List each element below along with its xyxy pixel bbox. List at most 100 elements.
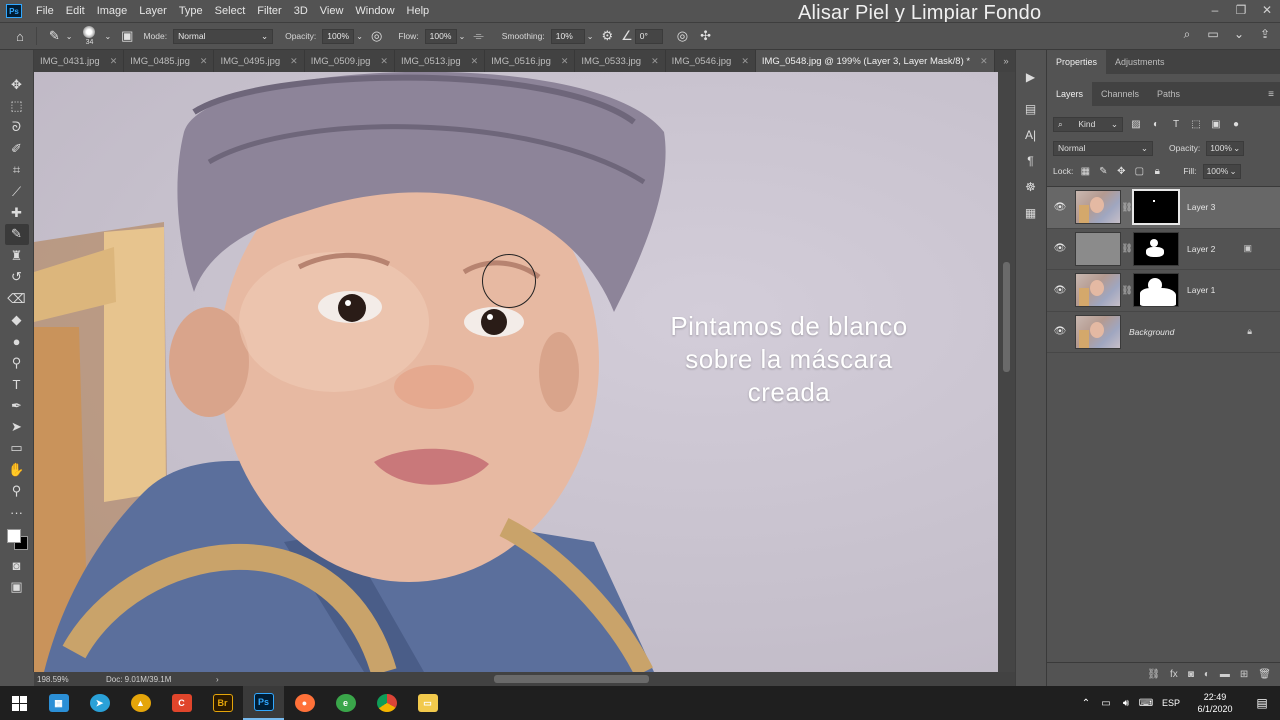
menu-view[interactable]: View [314,0,350,22]
layer-row-layer-3[interactable]: 👁︎ ⛓︎ Layer 3 [1047,187,1280,229]
lock-transparency-icon[interactable]: ▦ [1079,166,1091,177]
close-icon[interactable]: ✕ [290,56,298,67]
path-select-icon[interactable]: ➤ [5,416,29,437]
trash-icon[interactable]: 🗑︎ [1258,669,1271,680]
layer-mask-thumbnail[interactable] [1132,189,1180,226]
layer-row-background[interactable]: 👁︎ Background 🔒︎ [1047,312,1280,353]
adjustment-layer-icon[interactable]: ◐ [1204,669,1210,680]
chevron-down-icon[interactable]: ⌄ [356,32,363,41]
chevron-down-icon[interactable]: ⌄ [459,32,466,41]
tab-properties[interactable]: Properties [1047,50,1107,74]
brushes-icon[interactable]: ☸ [1020,176,1042,198]
brush-tool-icon[interactable]: ✎ [49,28,60,44]
chevron-down-icon[interactable]: ⌄ [66,32,73,41]
close-icon[interactable]: ✕ [980,56,988,67]
smart-object-filter-icon[interactable]: ▣ [1209,119,1223,130]
taskbar-app[interactable]: ● [284,686,325,720]
new-group-icon[interactable]: ▬ [1220,669,1230,680]
status-menu-arrow[interactable]: › [216,675,219,684]
layer-thumbnail[interactable] [1075,314,1121,349]
menu-window[interactable]: Window [349,0,400,22]
healing-icon[interactable]: ✚ [5,202,29,223]
pressure-opacity-icon[interactable]: ◎ [371,28,382,44]
menu-image[interactable]: Image [91,0,134,22]
quick-mask-icon[interactable]: ◙ [5,555,29,576]
paragraph-icon[interactable]: ¶ [1020,150,1042,172]
shape-filter-icon[interactable]: ⬚ [1189,119,1203,130]
layer-name[interactable]: Background [1129,327,1174,337]
brush-icon[interactable]: ✎ [4,223,29,246]
rectangle-icon[interactable]: ▭ [5,438,29,459]
eye-icon[interactable]: 👁︎ [1047,326,1073,337]
menu-help[interactable]: Help [401,0,436,22]
tab-adjustments[interactable]: Adjustments [1106,50,1174,74]
pen-icon[interactable]: ✒ [5,395,29,416]
tab-img-0548-active[interactable]: IMG_0548.jpg @ 199% (Layer 3, Layer Mask… [755,50,995,72]
lock-position-icon[interactable]: ✥ [1115,166,1127,177]
zoom-level[interactable]: 198.59% [34,675,106,684]
opacity-field[interactable]: 100% [322,28,355,44]
close-icon[interactable]: ✕ [110,56,118,67]
lock-icon[interactable]: 🔒︎ [1247,326,1252,337]
language-indicator[interactable]: ESP [1156,698,1186,708]
airbrush-icon[interactable]: ⌯ [473,28,483,44]
eye-icon[interactable]: 👁︎ [1047,285,1073,296]
taskbar-app-active[interactable]: Ps [243,686,284,720]
chain-link-icon[interactable]: ⛓︎ [1121,202,1133,213]
menu-filter[interactable]: Filter [251,0,287,22]
play-icon[interactable]: ▶ [1020,66,1042,88]
clock[interactable]: 22:49 6/1/2020 [1186,691,1244,715]
close-icon[interactable]: ✕ [200,56,208,67]
adjustment-filter-icon[interactable]: ◐ [1149,119,1163,130]
vertical-scrollbar[interactable] [998,72,1015,672]
grid-icon[interactable]: ▦ [1020,202,1042,224]
tab-layers[interactable]: Layers [1047,82,1093,106]
eyedropper-icon[interactable]: ⟋ [5,181,29,202]
fill-field[interactable]: 100% ⌄ [1202,163,1241,179]
close-icon[interactable]: ✕ [651,56,659,67]
move-icon[interactable]: ✥ [5,74,29,95]
filter-kind-select[interactable]: ⌕ Kind ⌄ [1053,116,1123,132]
notification-icon[interactable]: ▤ [1244,696,1280,710]
network-icon[interactable]: ▭ [1096,698,1116,709]
close-icon[interactable]: ✕ [380,56,388,67]
close-icon[interactable]: ✕ [471,56,479,67]
hand-icon[interactable]: ✋ [5,459,29,480]
workspace-icon[interactable]: ▭ [1204,27,1222,42]
menu-select[interactable]: Select [209,0,252,22]
chain-link-icon[interactable]: ⛓︎ [1121,243,1133,254]
eye-icon[interactable]: 👁︎ [1047,202,1073,213]
lock-artboard-icon[interactable]: ▢ [1133,166,1145,177]
search-icon[interactable]: ⌕ [1178,27,1196,42]
more-icon[interactable]: ··· [5,502,29,523]
tab-img-0431[interactable]: IMG_0431.jpg ✕ [34,50,125,72]
color-swatches[interactable] [4,527,30,555]
close-icon[interactable]: ✕ [741,56,749,67]
taskbar-app[interactable]: C [161,686,202,720]
taskbar-app[interactable]: ➤ [79,686,120,720]
volume-icon[interactable]: 🔊︎ [1116,698,1136,709]
layer-mask-thumbnail[interactable] [1133,273,1179,308]
type-icon[interactable]: T [5,373,29,394]
layer-name[interactable]: Layer 1 [1187,285,1215,295]
menu-edit[interactable]: Edit [60,0,91,22]
screen-mode-icon[interactable]: ▣ [5,577,29,598]
restore-button[interactable]: ❐ [1228,0,1254,20]
tab-img-0495[interactable]: IMG_0495.jpg ✕ [214,50,305,72]
type-filter-icon[interactable]: T [1169,119,1183,130]
angle-field[interactable]: 0° [634,28,663,44]
stamp-icon[interactable]: ♜ [5,245,29,266]
more-tabs-icon[interactable]: » [997,50,1015,72]
blur-icon[interactable]: ● [5,331,29,352]
layer-name[interactable]: Layer 3 [1187,202,1215,212]
layer-thumbnail[interactable] [1075,231,1121,266]
filter-toggle-icon[interactable]: ● [1229,119,1243,130]
lock-pixels-icon[interactable]: ✎ [1097,166,1109,177]
pressure-size-icon[interactable]: ◎ [677,28,688,44]
taskbar-app[interactable]: Br [202,686,243,720]
menu-3d[interactable]: 3D [288,0,314,22]
tab-img-0509[interactable]: IMG_0509.jpg ✕ [305,50,395,72]
taskbar-app[interactable]: ▦ [38,686,79,720]
tab-channels[interactable]: Channels [1092,82,1148,106]
layer-thumbnail[interactable] [1075,190,1121,225]
